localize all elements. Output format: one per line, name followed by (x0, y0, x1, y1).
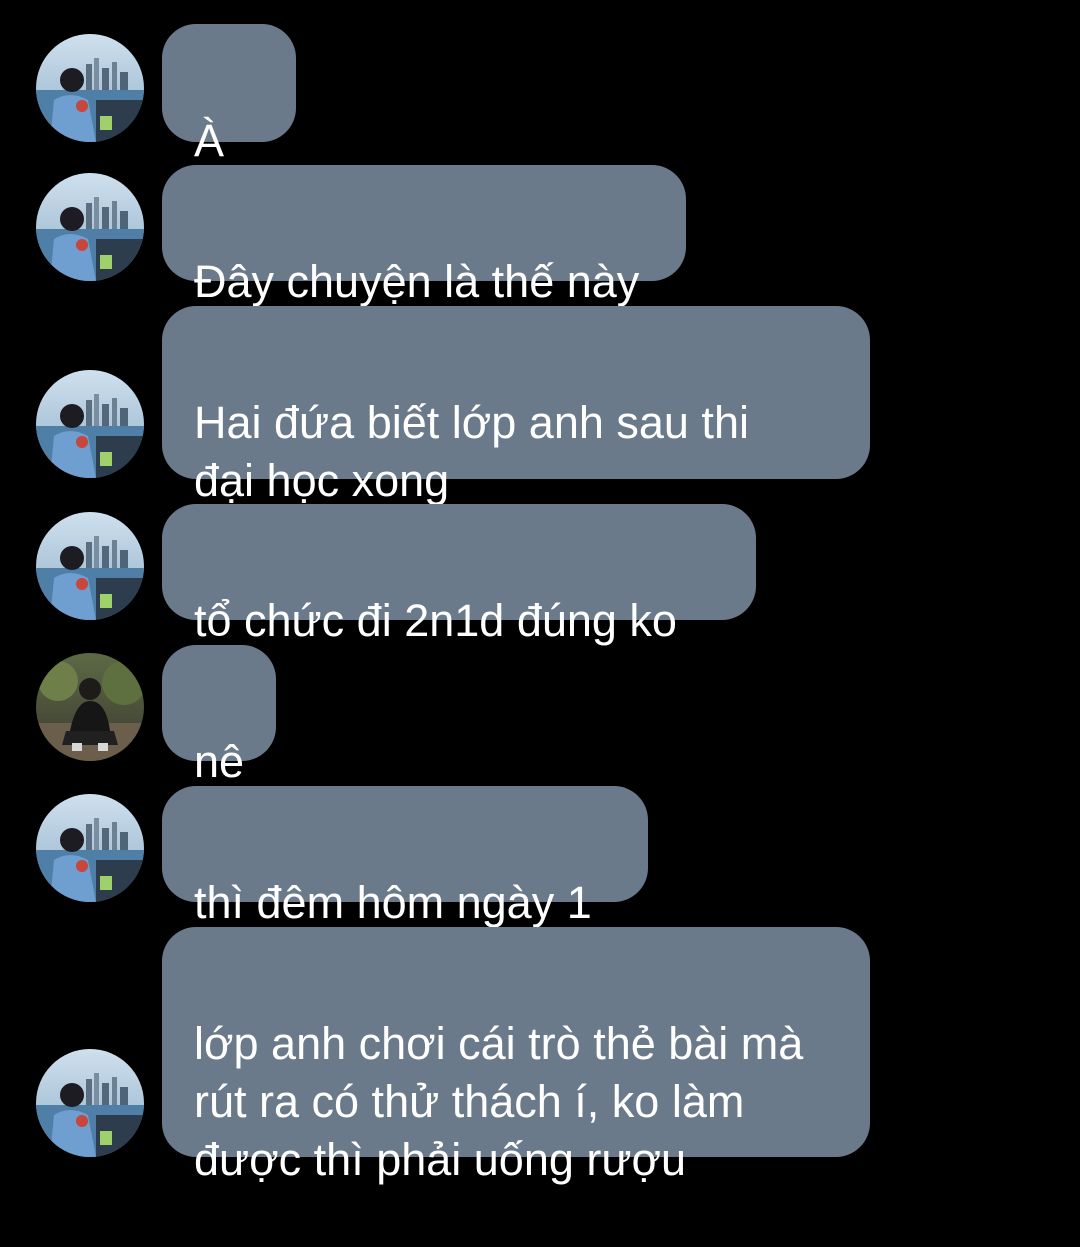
city-avatar-icon (36, 1049, 144, 1157)
message-row: À ừ (0, 24, 1080, 224)
person-avatar-icon (36, 653, 144, 761)
city-avatar-icon (36, 794, 144, 902)
message-text: lớp anh chơi cái trò thẻ bài mà rút ra c… (194, 1018, 804, 1185)
avatar[interactable] (36, 653, 144, 761)
message-text: Đây chuyện là thế này (194, 256, 640, 307)
message-text: thì đêm hôm ngày 1 (194, 877, 592, 928)
message-row: Hai đứa biết lớp anh sau thi đại học xon… (0, 306, 1080, 506)
message-bubble[interactable]: tổ chức đi 2n1d đúng ko (162, 504, 756, 646)
message-bubble[interactable]: nê (162, 645, 276, 787)
message-row: lớp anh chơi cái trò thẻ bài mà rút ra c… (0, 927, 1080, 1185)
message-row: thì đêm hôm ngày 1 (0, 786, 1080, 928)
message-row: tổ chức đi 2n1d đúng ko (0, 504, 1080, 646)
message-bubble[interactable]: Hai đứa biết lớp anh sau thi đại học xon… (162, 306, 870, 506)
avatar[interactable] (36, 794, 144, 902)
city-avatar-icon (36, 34, 144, 142)
message-bubble[interactable]: Đây chuyện là thế này (162, 165, 686, 307)
message-bubble[interactable]: À ừ (162, 24, 296, 224)
message-text: tổ chức đi 2n1d đúng ko (194, 595, 677, 646)
avatar[interactable] (36, 1049, 144, 1157)
avatar[interactable] (36, 173, 144, 281)
message-row: Đây chuyện là thế này (0, 165, 1080, 307)
chat-thread: À ừ Đây chuyện là thế này (0, 0, 1080, 1185)
message-bubble[interactable]: lớp anh chơi cái trò thẻ bài mà rút ra c… (162, 927, 870, 1185)
city-avatar-icon (36, 370, 144, 478)
avatar[interactable] (36, 34, 144, 142)
avatar[interactable] (36, 512, 144, 620)
city-avatar-icon (36, 512, 144, 620)
city-avatar-icon (36, 173, 144, 281)
message-text: nê (194, 736, 245, 787)
message-text: Hai đứa biết lớp anh sau thi đại học xon… (194, 397, 749, 506)
avatar[interactable] (36, 370, 144, 478)
message-bubble[interactable]: thì đêm hôm ngày 1 (162, 786, 648, 928)
message-row: nê (0, 645, 1080, 787)
